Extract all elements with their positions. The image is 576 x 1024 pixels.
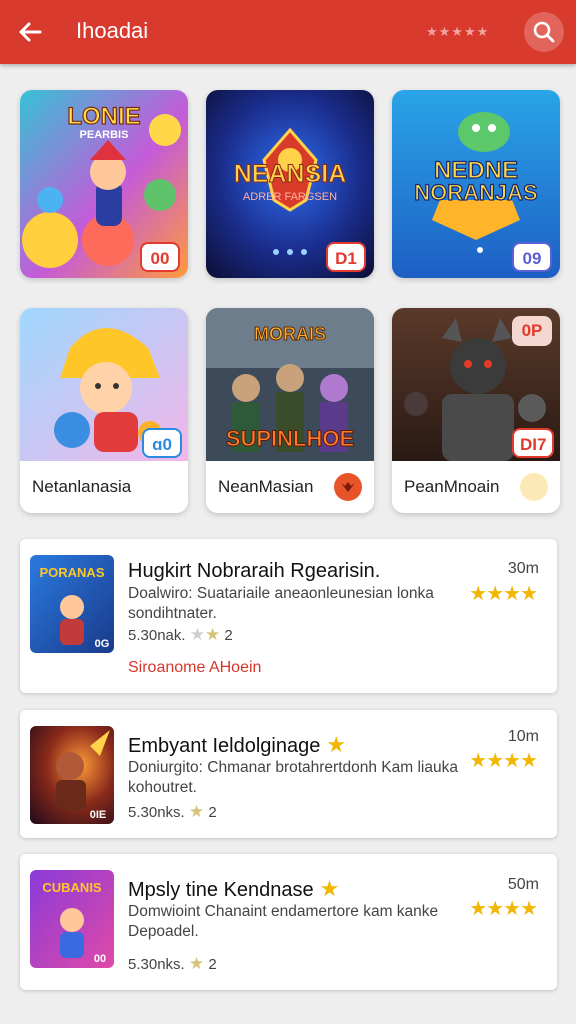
star-icon: ★: [188, 802, 205, 821]
thumb-tag: 0G: [95, 638, 110, 650]
game-tile[interactable]: MORAIS SUPINLHOE NeanMasian: [206, 308, 374, 513]
art-subtitle: ADRER FARGSEN: [243, 191, 337, 203]
item-count: 5.30nks.: [128, 956, 185, 973]
item-score: 2: [224, 627, 233, 644]
thumb-tag: 0IE: [90, 809, 107, 821]
art-subtitle: PEARBIS: [80, 129, 129, 141]
item-time: 50m: [507, 876, 539, 893]
thumb-title: CUBANIS: [42, 880, 102, 895]
item-score: 2: [208, 956, 217, 973]
list-item[interactable]: 0IE Embyant Ieldolginage ★ 10m Doniurgito…: [20, 710, 557, 838]
item-description: Doniurgito: Chmanar brotahrertdonh Kam l…: [128, 759, 458, 796]
item-title: Mpsly tine Kendnase ★: [128, 876, 339, 902]
item-meta: 5.30nak. ★★ 2: [128, 625, 233, 645]
app-bar: Ihoadai ★★★★★: [0, 0, 576, 64]
tile-badge: 0P: [512, 316, 552, 346]
tile-badge: ɑ0: [142, 428, 182, 458]
item-title-text: Embyant Ieldolginage: [128, 735, 321, 757]
rating-stars: ★★★★: [469, 898, 538, 920]
tile-caption: NeanMasian: [206, 461, 374, 513]
item-description: Domwioint Chanaint endamertore kam kanke…: [128, 903, 439, 940]
star-icon: ★: [204, 625, 221, 644]
game-tile[interactable]: 0P DI7 PeanMnoain: [392, 308, 560, 513]
arrow-left-icon: [19, 22, 42, 42]
list-item[interactable]: PORANAS 0G Hugkirt Nobraraih Rgearisin. …: [20, 539, 557, 693]
item-score: 2: [208, 804, 217, 821]
game-thumbnail: PORANAS 0G: [30, 555, 114, 653]
rating-stars: ★★★★: [469, 583, 538, 605]
item-link[interactable]: Siroanome AHoein: [128, 659, 261, 677]
item-meta: 5.30nks. ★ 2: [128, 802, 217, 822]
back-button[interactable]: [14, 16, 46, 48]
tile-badge: D1: [326, 242, 366, 272]
game-art: MORAIS SUPINLHOE: [206, 308, 374, 461]
art-subtitle: SUPINLHOE: [226, 426, 354, 451]
item-time: 10m: [507, 728, 539, 745]
art-title: NEANSIA: [234, 160, 347, 188]
page-title: Ihoadai: [76, 18, 149, 43]
header-stars-decoration: ★★★★★: [426, 24, 490, 39]
thumb-title: PORANAS: [39, 565, 104, 580]
game-thumbnail: 0IE: [30, 726, 114, 824]
star-icon: ★: [319, 876, 340, 901]
item-description: Doalwiro: Suatariaile aneaonleunesian lo…: [128, 585, 434, 622]
item-title: Hugkirt Nobraraih Rgearisin.: [128, 560, 381, 582]
game-tile[interactable]: NEDNE NORANJAS 09: [392, 90, 560, 278]
search-icon: [533, 21, 555, 43]
item-title-text: Mpsly tine Kendnase: [128, 879, 314, 901]
tile-badge: 09: [512, 242, 552, 272]
tile-name: PeanMnoain: [404, 477, 500, 496]
tile-name: Netanlanasia: [32, 477, 132, 496]
game-tile[interactable]: NEANSIA ADRER FARGSEN D1: [206, 90, 374, 278]
tile-caption: Netanlanasia: [20, 461, 188, 513]
art-subtitle: NORANJAS: [414, 180, 537, 205]
tile-caption: PeanMnoain: [392, 461, 560, 513]
tile-badge: DI7: [512, 428, 555, 458]
item-time: 30m: [507, 560, 539, 577]
status-dot-icon: [520, 473, 548, 501]
game-thumbnail: CUBANIS 00: [30, 870, 114, 968]
search-button[interactable]: [524, 12, 564, 52]
art-title: LONIE: [67, 103, 140, 130]
game-tile[interactable]: ɑ0 Netanlanasia: [20, 308, 188, 513]
game-tile[interactable]: LONIE PEARBIS 00: [20, 90, 188, 278]
list-item[interactable]: CUBANIS 00 Mpsly tine Kendnase ★ 50m Domw…: [20, 854, 557, 990]
item-meta: 5.30nks. ★ 2: [128, 954, 217, 974]
star-icon: ★: [188, 954, 205, 973]
rating-stars: ★★★★: [469, 750, 538, 772]
tile-name: NeanMasian: [218, 477, 314, 496]
tile-badge: 00: [140, 242, 180, 272]
item-count: 5.30nak.: [128, 627, 186, 644]
star-icon: ★: [326, 732, 347, 757]
item-title: Embyant Ieldolginage ★: [128, 732, 346, 758]
thumb-tag: 00: [94, 953, 106, 965]
star-icon: ★: [189, 625, 205, 644]
play-badge-icon[interactable]: [334, 473, 362, 501]
item-count: 5.30nks.: [128, 804, 185, 821]
art-title: MORAIS: [254, 324, 326, 344]
